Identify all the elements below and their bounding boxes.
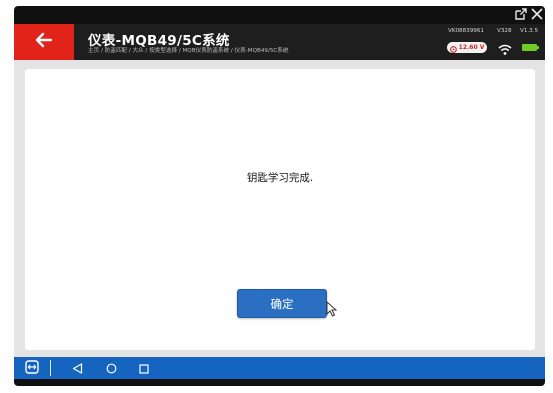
software-label: V328 <box>497 28 512 34</box>
system-navbar <box>14 357 545 379</box>
nav-home-button[interactable] <box>106 357 117 379</box>
battery-icon <box>522 44 539 51</box>
close-icon[interactable] <box>531 8 543 23</box>
recents-square-icon <box>139 359 149 378</box>
car-battery-icon <box>449 38 457 57</box>
wifi-icon <box>498 41 512 60</box>
navbar-divider <box>50 360 51 376</box>
remote-button[interactable] <box>25 357 39 379</box>
version-label: V1.3.5 <box>520 28 539 34</box>
mouse-cursor-icon <box>326 300 338 321</box>
back-triangle-icon <box>72 359 83 378</box>
remote-icon <box>25 359 39 378</box>
external-window-icon[interactable] <box>515 8 527 23</box>
home-circle-icon <box>106 359 117 378</box>
nav-back-button[interactable] <box>72 357 83 379</box>
back-arrow-icon <box>35 32 53 52</box>
vin-label: VK08839961 <box>448 28 484 34</box>
ok-button[interactable]: 确定 <box>237 289 327 318</box>
voltage-value: 12.60 V <box>458 44 485 51</box>
nav-recents-button[interactable] <box>139 357 149 379</box>
status-message: 钥匙学习完成. <box>246 172 314 184</box>
back-button[interactable] <box>14 24 74 60</box>
breadcrumb: 主页 / 防盗匹配 / 大众 / 按类型选择 / MQB仪表防盗系统 / 仪表-… <box>88 48 289 54</box>
voltage-badge: 12.60 V <box>447 42 487 53</box>
